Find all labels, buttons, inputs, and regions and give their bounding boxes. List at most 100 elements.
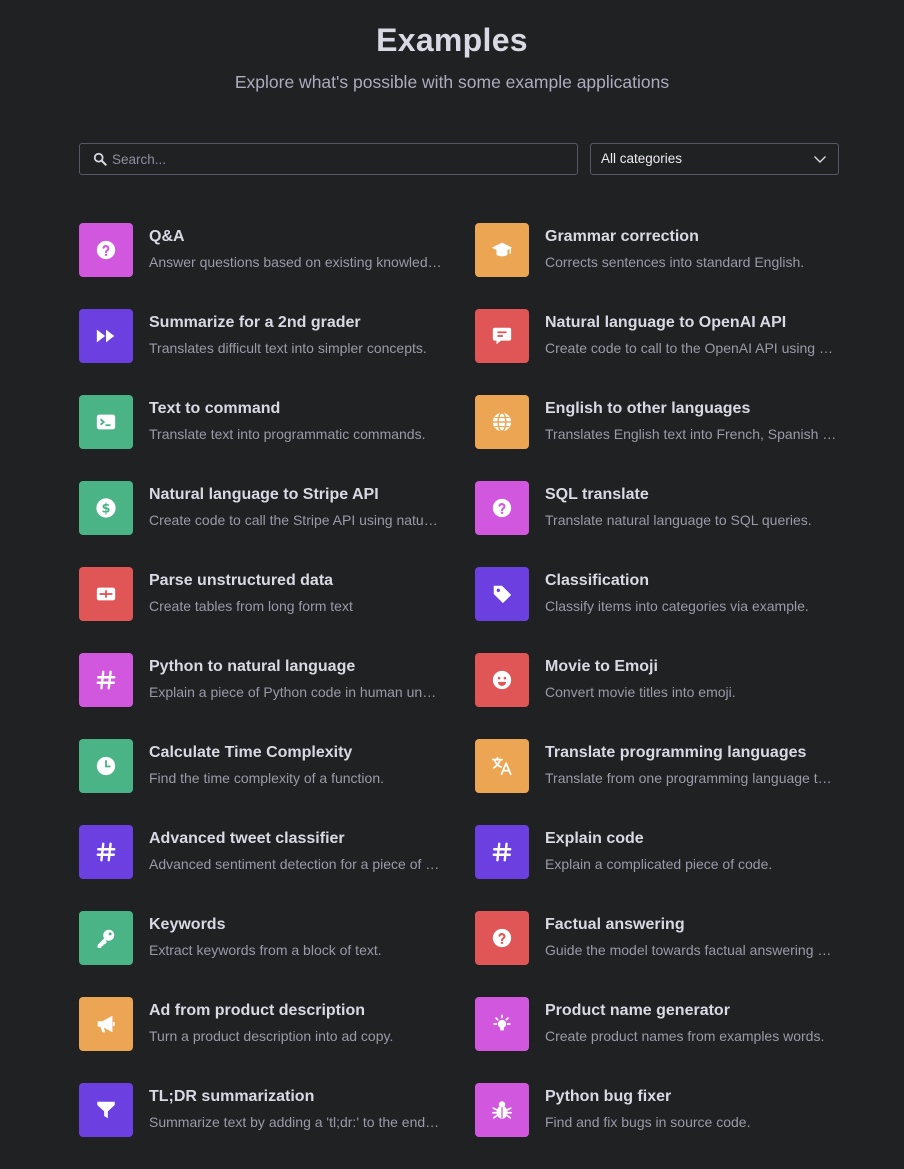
example-description: Classify items into categories via examp… bbox=[545, 598, 809, 614]
example-description: Summarize text by adding a 'tl;dr:' to t… bbox=[149, 1114, 442, 1130]
example-icon-tile bbox=[79, 1083, 133, 1137]
example-title: Ad from product description bbox=[149, 1002, 365, 1019]
example-icon-tile bbox=[475, 309, 529, 363]
example-description: Translate text into programmatic command… bbox=[149, 426, 426, 442]
hashtag-icon bbox=[96, 842, 116, 862]
example-card[interactable]: Ad from product description Turn a produc… bbox=[79, 997, 475, 1051]
filter-bar: All categories bbox=[79, 143, 839, 175]
example-icon-tile bbox=[79, 997, 133, 1051]
table-icon bbox=[96, 587, 116, 601]
example-icon-tile: $ bbox=[79, 481, 133, 535]
example-title: SQL translate bbox=[545, 486, 649, 503]
example-icon-tile bbox=[475, 739, 529, 793]
example-icon-tile bbox=[475, 481, 529, 535]
search-icon bbox=[93, 152, 107, 166]
example-title: Q&A bbox=[149, 228, 185, 245]
example-description: Explain a complicated piece of code. bbox=[545, 856, 773, 872]
example-title: Explain code bbox=[545, 830, 644, 847]
example-title: Text to command bbox=[149, 400, 281, 417]
example-description: Guide the model towards factual answerin… bbox=[545, 942, 838, 958]
tag-icon bbox=[493, 585, 512, 604]
example-card[interactable]: Python to natural language Explain a piec… bbox=[79, 653, 475, 707]
example-title: Natural language to Stripe API bbox=[149, 486, 379, 503]
example-description: Advanced sentiment detection for a piece… bbox=[149, 856, 442, 872]
example-description: Extract keywords from a block of text. bbox=[149, 942, 382, 958]
example-icon-tile bbox=[79, 309, 133, 363]
megaphone-icon bbox=[97, 1015, 115, 1033]
example-icon-tile bbox=[79, 395, 133, 449]
example-card[interactable]: English to other languages Translates Eng… bbox=[475, 395, 849, 449]
example-title: TL;DR summarization bbox=[149, 1088, 315, 1105]
example-title: Natural language to OpenAI API bbox=[545, 314, 787, 331]
example-icon-tile bbox=[475, 997, 529, 1051]
example-card[interactable]: Translate programming languages Translate… bbox=[475, 739, 849, 793]
search-input[interactable] bbox=[112, 144, 562, 174]
chevron-down-icon bbox=[814, 156, 826, 163]
example-card[interactable]: Explain code Explain a complicated piece … bbox=[475, 825, 849, 879]
example-card[interactable]: Natural language to OpenAI API Create cod… bbox=[475, 309, 849, 363]
example-card[interactable]: Text to command Translate text into progr… bbox=[79, 395, 475, 449]
example-description: Create code to call the Stripe API using… bbox=[149, 512, 442, 528]
translate-icon bbox=[491, 756, 512, 776]
graduation-cap-icon bbox=[491, 242, 513, 257]
example-title: Keywords bbox=[149, 916, 226, 933]
example-description: Translate natural language to SQL querie… bbox=[545, 512, 812, 528]
example-description: Create product names from examples words… bbox=[545, 1028, 825, 1044]
example-description: Create tables from long form text bbox=[149, 598, 353, 614]
funnel-icon bbox=[97, 1101, 115, 1119]
chat-icon bbox=[492, 327, 512, 345]
example-icon-tile bbox=[79, 567, 133, 621]
fast-forward-icon bbox=[96, 329, 115, 343]
example-icon-tile bbox=[475, 567, 529, 621]
example-icon-tile bbox=[79, 825, 133, 879]
example-description: Convert movie titles into emoji. bbox=[545, 684, 736, 700]
example-description: Explain a piece of Python code in human … bbox=[149, 684, 442, 700]
example-card[interactable]: Calculate Time Complexity Find the time c… bbox=[79, 739, 475, 793]
example-card[interactable]: Classification Classify items into catego… bbox=[475, 567, 849, 621]
example-card[interactable]: Keywords Extract keywords from a block of… bbox=[79, 911, 475, 965]
example-description: Find the time complexity of a function. bbox=[149, 770, 384, 786]
example-title: Movie to Emoji bbox=[545, 658, 658, 675]
example-title: Python bug fixer bbox=[545, 1088, 672, 1105]
example-card[interactable]: Factual answering Guide the model towards… bbox=[475, 911, 849, 965]
example-title: English to other languages bbox=[545, 400, 751, 417]
example-icon-tile bbox=[79, 739, 133, 793]
examples-grid: Q&A Answer questions based on existing kn… bbox=[79, 223, 849, 1169]
example-card[interactable]: Summarize for a 2nd grader Translates dif… bbox=[79, 309, 475, 363]
example-title: Grammar correction bbox=[545, 228, 699, 245]
example-description: Turn a product description into ad copy. bbox=[149, 1028, 394, 1044]
example-card[interactable]: TL;DR summarization Summarize text by add… bbox=[79, 1083, 475, 1137]
category-select[interactable]: All categories bbox=[590, 143, 839, 175]
example-card[interactable]: Grammar correction Corrects sentences int… bbox=[475, 223, 849, 277]
bug-icon bbox=[492, 1101, 512, 1119]
example-description: Answer questions based on existing knowl… bbox=[149, 254, 442, 270]
example-card[interactable]: SQL translate Translate natural language … bbox=[475, 481, 849, 535]
example-card[interactable]: Advanced tweet classifier Advanced sentim… bbox=[79, 825, 475, 879]
example-icon-tile bbox=[79, 911, 133, 965]
example-card[interactable]: Q&A Answer questions based on existing kn… bbox=[79, 223, 475, 277]
hashtag-icon bbox=[492, 842, 512, 862]
example-icon-tile bbox=[475, 911, 529, 965]
example-card[interactable]: Movie to Emoji Convert movie titles into … bbox=[475, 653, 849, 707]
example-title: Calculate Time Complexity bbox=[149, 744, 353, 761]
example-title: Parse unstructured data bbox=[149, 572, 334, 589]
example-title: Product name generator bbox=[545, 1002, 730, 1019]
example-card[interactable]: Product name generator Create product nam… bbox=[475, 997, 849, 1051]
example-description: Translates English text into French, Spa… bbox=[545, 426, 838, 442]
question-icon bbox=[492, 498, 512, 518]
example-icon-tile bbox=[79, 653, 133, 707]
example-title: Python to natural language bbox=[149, 658, 356, 675]
example-card[interactable]: $ Natural language to Stripe API Create co… bbox=[79, 481, 475, 535]
example-card[interactable]: Parse unstructured data Create tables fro… bbox=[79, 567, 475, 621]
example-icon-tile bbox=[475, 395, 529, 449]
dollar-icon: $ bbox=[96, 498, 116, 518]
example-description: Create code to call to the OpenAI API us… bbox=[545, 340, 838, 356]
clock-icon bbox=[96, 756, 116, 776]
example-card[interactable]: Python bug fixer Find and fix bugs in sou… bbox=[475, 1083, 849, 1137]
example-icon-tile bbox=[79, 223, 133, 277]
example-icon-tile bbox=[475, 825, 529, 879]
example-description: Translates difficult text into simpler c… bbox=[149, 340, 427, 356]
search-box[interactable] bbox=[79, 143, 578, 175]
example-title: Summarize for a 2nd grader bbox=[149, 314, 361, 331]
example-title: Factual answering bbox=[545, 916, 685, 933]
